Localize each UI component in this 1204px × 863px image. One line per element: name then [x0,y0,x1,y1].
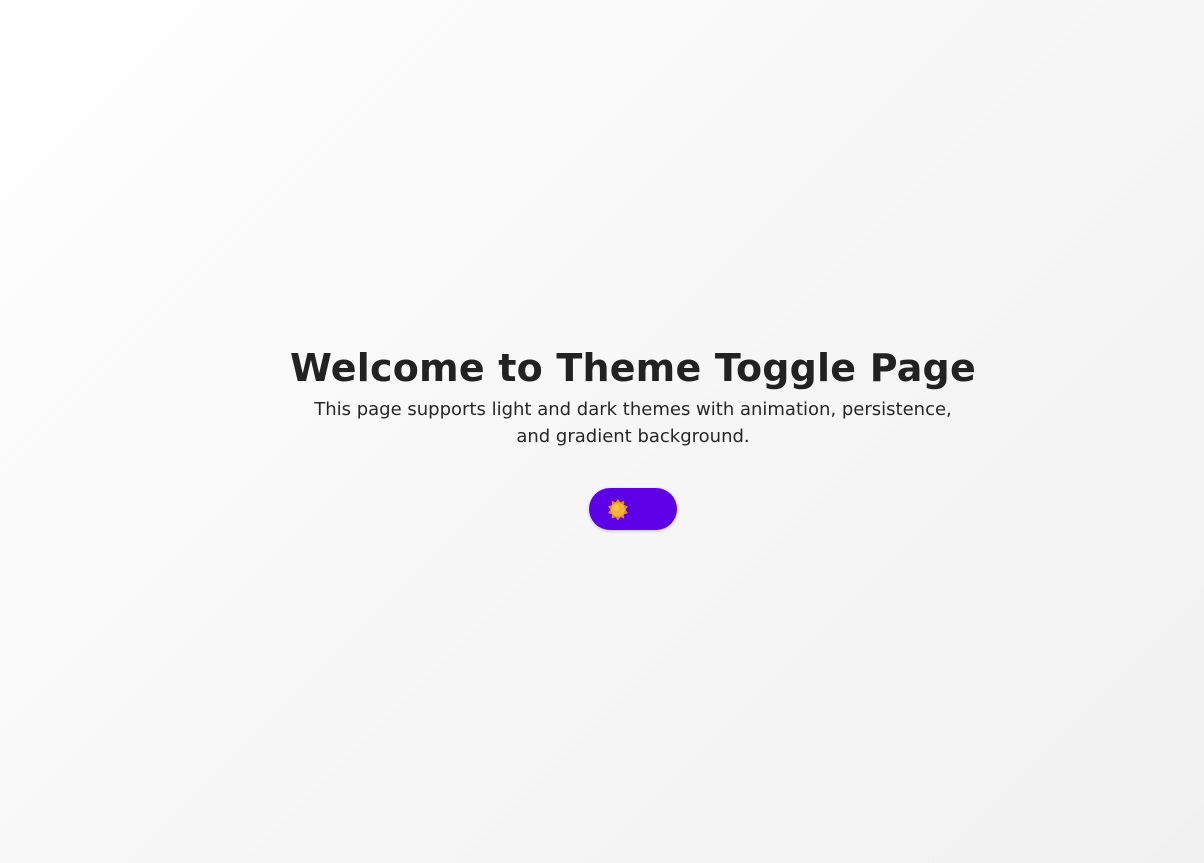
sun-icon [608,498,628,520]
main-content: Welcome to Theme Toggle Page This page s… [0,346,1204,530]
page-title: Welcome to Theme Toggle Page [290,346,976,390]
theme-toggle-switch[interactable] [589,488,677,530]
toggle-container [0,488,1204,530]
page-subtitle: This page supports light and dark themes… [314,399,952,447]
